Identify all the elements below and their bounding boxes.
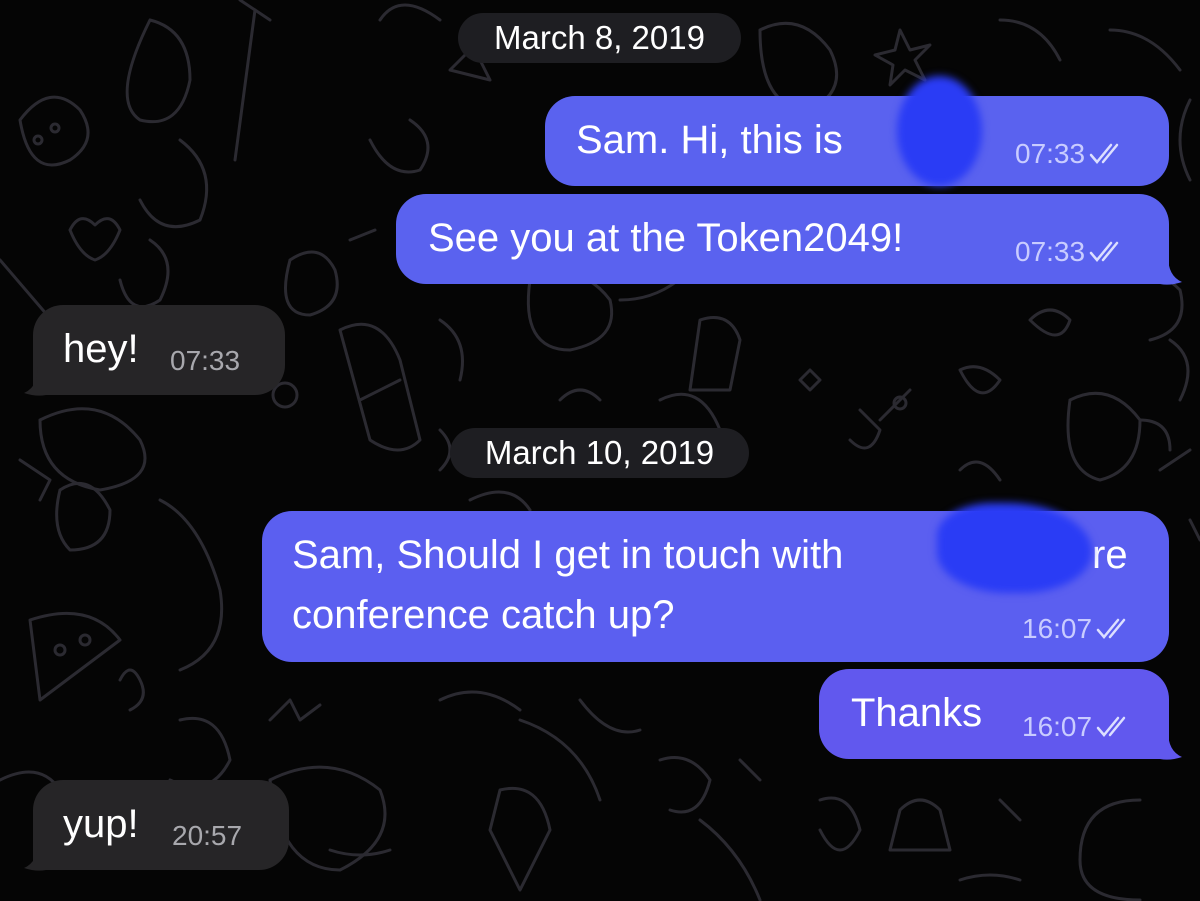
redaction-scribble [897, 76, 982, 186]
message-meta: 16:07 [1022, 613, 1132, 645]
date-separator: March 10, 2019 [450, 428, 749, 478]
message-time: 16:07 [1022, 711, 1093, 742]
message-time: 16:07 [1022, 613, 1093, 644]
message-meta: 07:33 [1015, 236, 1125, 268]
redaction-scribble [937, 503, 1092, 593]
double-check-icon [1089, 241, 1125, 263]
message-bubble-incoming[interactable]: hey! 07:33 [33, 305, 285, 395]
message-text: yup! [63, 802, 139, 846]
message-text-line-1: Sam, Should I get in touch with [292, 533, 844, 577]
message-text: See you at the Token2049! [428, 216, 904, 260]
message-time: 07:33 [170, 345, 241, 376]
message-meta: 07:33 [170, 345, 240, 377]
message-bubble-outgoing[interactable]: Thanks 16:07 [819, 669, 1169, 759]
chat-area[interactable]: March 8, 2019 Sam. Hi, this is 07:33 See… [0, 0, 1200, 901]
message-time: 07:33 [1015, 236, 1086, 267]
message-bubble-outgoing[interactable]: See you at the Token2049! 07:33 [396, 194, 1169, 284]
message-text: Thanks [851, 691, 983, 735]
bubble-tail [1160, 731, 1182, 760]
message-time: 07:33 [1015, 138, 1086, 169]
message-meta: 20:57 [172, 820, 242, 852]
bubble-tail [24, 842, 46, 871]
double-check-icon [1096, 618, 1132, 640]
message-bubble-incoming[interactable]: yup! 20:57 [33, 780, 289, 870]
bubble-tail [1160, 256, 1182, 285]
message-text-line-2: conference catch up? [292, 593, 675, 637]
message-meta: 07:33 [1015, 138, 1125, 170]
date-label: March 10, 2019 [484, 434, 715, 471]
double-check-icon [1089, 143, 1125, 165]
message-meta: 16:07 [1022, 711, 1132, 743]
message-bubble-outgoing[interactable]: Sam, Should I get in touch with re confe… [262, 503, 1169, 662]
message-text: Sam. Hi, this is [576, 118, 843, 162]
message-text: hey! [63, 327, 139, 371]
message-text-line-1-end: re [1092, 533, 1128, 577]
double-check-icon [1096, 716, 1132, 738]
date-label: March 8, 2019 [494, 19, 705, 56]
date-separator: March 8, 2019 [458, 13, 741, 63]
message-bubble-outgoing[interactable]: Sam. Hi, this is 07:33 [545, 76, 1169, 186]
message-time: 20:57 [172, 820, 243, 851]
bubble-tail [24, 367, 46, 396]
